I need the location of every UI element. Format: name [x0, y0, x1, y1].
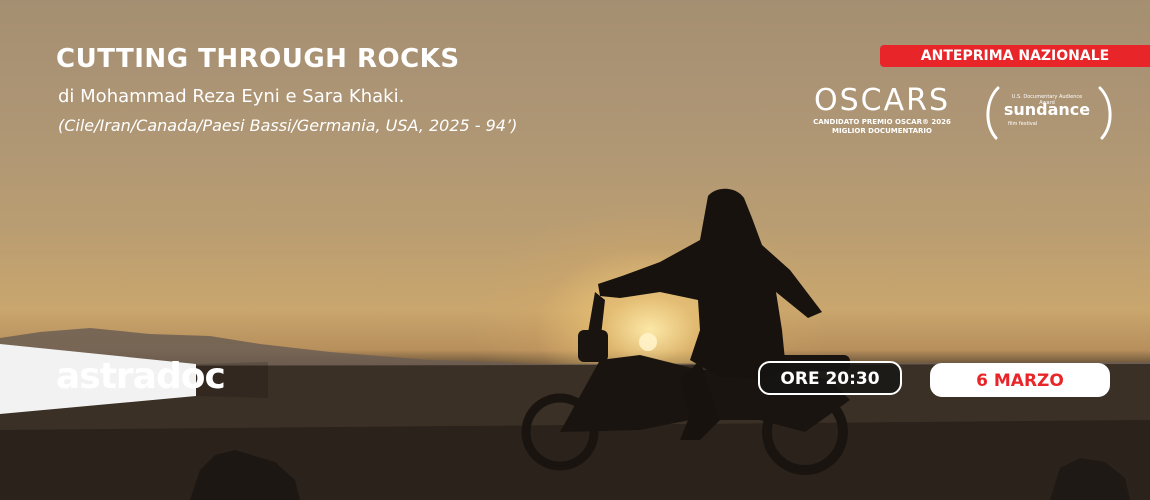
oscars-logo: OSCARS CANDIDATO PREMIO OSCAR® 2026 MIGL…: [812, 84, 952, 136]
oscars-nomination: CANDIDATO PREMIO OSCAR® 2026: [813, 118, 951, 126]
sundance-festival-line: film festival: [1008, 121, 1038, 127]
sundance-wordmark: sundance: [1003, 100, 1091, 119]
date-pill: 6 MARZO: [930, 363, 1110, 397]
sunset-scene: [0, 86, 1150, 500]
film-production-info: (Cile/Iran/Canada/Paesi Bassi/Germania, …: [58, 116, 518, 135]
preview-badge-label: ANTEPRIMA NAZIONALE: [920, 48, 1110, 64]
astradoc-logo: astradoc: [56, 356, 226, 397]
preview-badge: ANTEPRIMA NAZIONALE: [880, 45, 1150, 67]
oscars-category: MIGLIOR DOCUMENTARIO: [832, 127, 932, 135]
film-title: CUTTING THROUGH ROCKS: [56, 44, 460, 74]
showtime-pill: ORE 20:30: [758, 361, 902, 395]
oscars-wordmark: OSCARS: [813, 83, 950, 118]
sun-flare: [639, 333, 657, 351]
sundance-award: U.S. Documentary Audience Award sundance…: [984, 86, 1110, 142]
film-directors: di Mohammad Reza Eyni e Sara Khaki.: [58, 86, 405, 107]
event-banner: CUTTING THROUGH ROCKS di Mohammad Reza E…: [0, 0, 1150, 500]
